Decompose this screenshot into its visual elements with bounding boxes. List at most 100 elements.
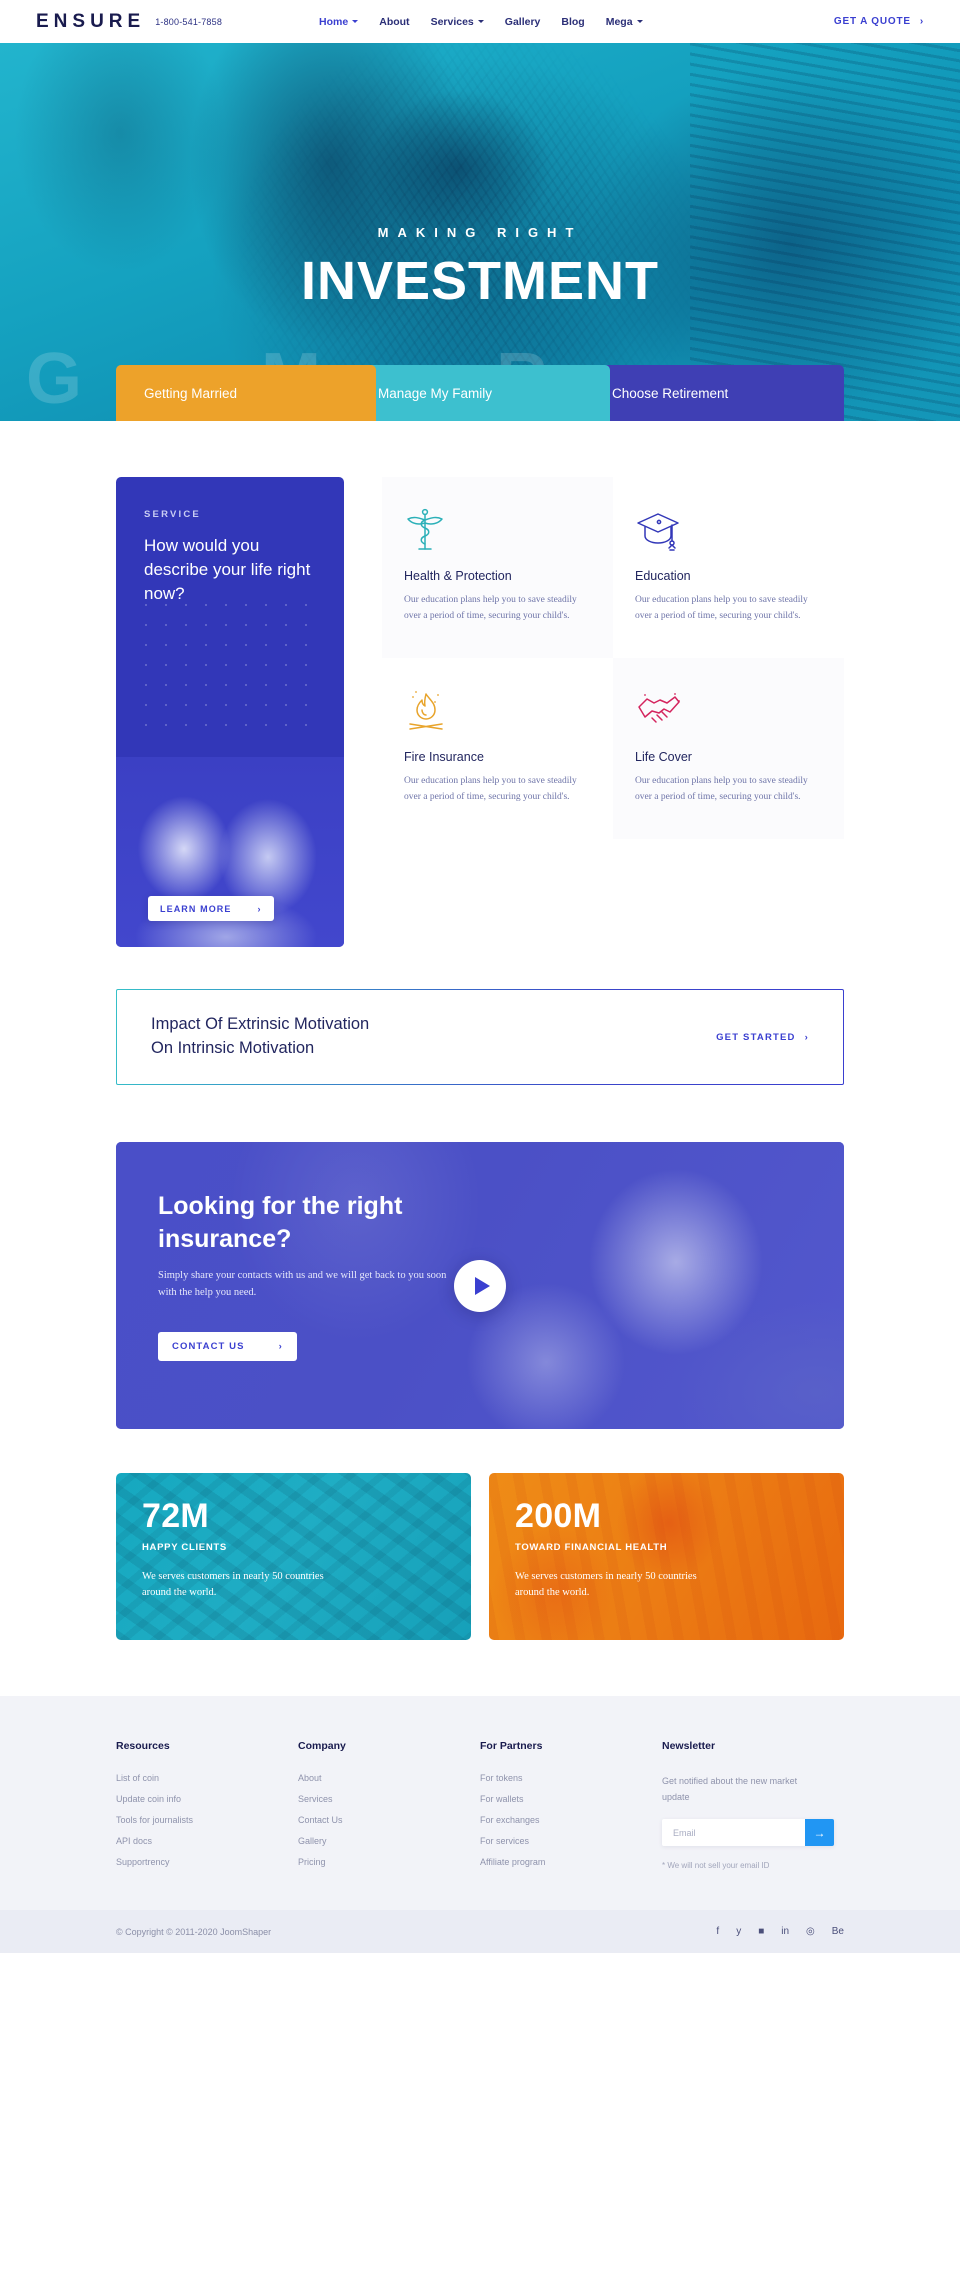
stat-label: TOWARD FINANCIAL HEALTH [515, 1542, 668, 1553]
newsletter-submit-button[interactable]: → [805, 1819, 834, 1847]
landing-page: ENSURE 1-800-541-7858 Home About Services G… [0, 0, 960, 1954]
nav-item-mega[interactable]: Mega [606, 16, 643, 28]
footer-column-heading: Company [298, 1740, 346, 1752]
stat-description: We serves customers in nearly 50 countri… [515, 1571, 697, 1599]
newsletter-heading: Newsletter [662, 1740, 716, 1752]
learn-more-label: LEARN MORE [160, 903, 232, 914]
newsletter-disclaimer: * We will not sell your email ID [662, 1861, 770, 1871]
footer-column: Resources List of coin Update coin info Too… [116, 1740, 298, 1870]
hero-tabs: Getting Married Manage My Family Choose Re… [116, 365, 844, 421]
linkedin-icon[interactable]: in [781, 1926, 789, 1937]
stat-card: 200M TOWARD FINANCIAL HEALTH We serves cus… [489, 1473, 844, 1640]
motivation-title: Impact Of Extrinsic Motivation On Intrin… [151, 1013, 369, 1061]
copyright-text: © Copyright © 2011-2020 JoomShaper [116, 1926, 272, 1937]
stat-content: 200M TOWARD FINANCIAL HEALTH We serves cus… [489, 1473, 844, 1602]
nav-item-blog[interactable]: Blog [561, 16, 584, 28]
stat-value: 72M [142, 1497, 210, 1535]
service-item-title: Life Cover [635, 750, 692, 764]
service-item[interactable]: Education Our education plans help you to… [613, 477, 844, 658]
nav-item-gallery[interactable]: Gallery [505, 16, 541, 28]
hero-tab-3[interactable]: Choose Retirement [584, 365, 844, 421]
footer-link[interactable]: List of coin [116, 1773, 298, 1783]
footer-column-heading: Resources [116, 1740, 170, 1752]
nav-item-home[interactable]: Home [319, 16, 359, 28]
copyright-bar: © Copyright © 2011-2020 JoomShaper f y ■ in… [0, 1910, 960, 1954]
footer-link[interactable]: Pricing [298, 1857, 480, 1867]
footer-link[interactable]: About [298, 1773, 480, 1783]
twitter-icon[interactable]: y [736, 1926, 741, 1937]
footer-link-columns: Resources List of coin Update coin info Too… [116, 1740, 662, 1870]
service-item[interactable]: Fire Insurance Our education plans help y… [382, 658, 613, 839]
services-section: SERVICE How would you describe your life… [0, 421, 960, 947]
stats-section: 72M HAPPY CLIENTS We serves customers in n… [0, 1429, 960, 1640]
play-button[interactable] [454, 1259, 506, 1312]
instagram-icon[interactable]: ◎ [806, 1926, 815, 1937]
footer-link[interactable]: For tokens [480, 1773, 662, 1783]
get-a-quote-label: GET A QUOTE [833, 16, 911, 27]
hero-tab-label: Choose Retirement [612, 385, 729, 401]
service-item-text: Our education plans help you to save ste… [404, 776, 577, 803]
footer-link[interactable]: Affiliate program [480, 1857, 662, 1867]
hero-tab-label: Getting Married [144, 385, 238, 401]
newsletter-note: Get notified about the new market update [662, 1776, 798, 1803]
logo[interactable]: ENSURE [36, 11, 145, 33]
nav-item-label: Gallery [504, 15, 541, 28]
youtube-icon[interactable]: ■ [758, 1926, 764, 1937]
nav-item-label: About [379, 15, 410, 28]
contact-us-button[interactable]: CONTACT US › [158, 1331, 297, 1361]
nav-item-label: Blog [561, 15, 585, 28]
chevron-down-icon [352, 20, 359, 23]
service-question: How would you describe your life right n… [144, 536, 311, 604]
chevron-right-icon: › [919, 16, 924, 27]
service-item-title: Fire Insurance [404, 750, 484, 764]
behance-icon[interactable]: Be [832, 1926, 844, 1937]
hero-content: MAKING RIGHT INVESTMENT [0, 225, 960, 308]
hero-eyebrow: MAKING RIGHT [377, 225, 583, 240]
footer-link[interactable]: For services [480, 1836, 662, 1846]
nav-item-services[interactable]: Services [431, 16, 484, 28]
site-header: ENSURE 1-800-541-7858 Home About Services G… [0, 0, 960, 43]
phone-number[interactable]: 1-800-541-7858 [155, 17, 222, 27]
footer-column-heading: For Partners [480, 1740, 543, 1752]
graduation-cap-icon [635, 499, 810, 561]
motivation-banner: Impact Of Extrinsic Motivation On Intrin… [116, 989, 844, 1085]
stat-value: 200M [515, 1497, 602, 1535]
footer-link[interactable]: For wallets [480, 1794, 662, 1804]
stat-label: HAPPY CLIENTS [142, 1542, 227, 1553]
get-started-button[interactable]: GET STARTED › [716, 1032, 809, 1043]
learn-more-button[interactable]: LEARN MORE › [148, 896, 274, 921]
chevron-down-icon [477, 20, 484, 23]
footer-column: For Partners For tokens For wallets For exc… [480, 1740, 662, 1870]
contact-us-label: CONTACT US [172, 1340, 245, 1352]
footer-column: Company About Services Contact Us Gallery Pri… [298, 1740, 480, 1870]
footer-link[interactable]: Supportrency [116, 1857, 298, 1867]
service-item[interactable]: Life Cover Our education plans help you t… [613, 658, 844, 839]
chevron-right-icon: › [804, 1031, 809, 1043]
hero-tab-1[interactable]: Getting Married [116, 365, 376, 421]
service-eyebrow: SERVICE [144, 509, 201, 520]
footer-link[interactable]: For exchanges [480, 1815, 662, 1825]
cta-text: Simply share your contacts with us and w… [158, 1270, 447, 1299]
footer-link[interactable]: Gallery [298, 1836, 480, 1846]
service-item-title: Health & Protection [404, 569, 512, 583]
service-item-text: Our education plans help you to save ste… [404, 595, 577, 622]
service-item[interactable]: Health & Protection Our education plans h… [382, 477, 613, 658]
get-a-quote-button[interactable]: GET A QUOTE › [834, 16, 924, 27]
nav-item-label: Services [430, 15, 474, 28]
facebook-icon[interactable]: f [716, 1926, 719, 1937]
email-input[interactable] [662, 1819, 805, 1847]
footer-link[interactable]: Services [298, 1794, 480, 1804]
footer-link[interactable]: Contact Us [298, 1815, 480, 1825]
handshake-icon [635, 680, 810, 742]
video-cta-section: Looking for the right insurance? Simply … [116, 1142, 844, 1429]
chevron-down-icon [636, 20, 643, 23]
footer-link[interactable]: Update coin info [116, 1794, 298, 1804]
footer-link[interactable]: Tools for journalists [116, 1815, 298, 1825]
newsletter-form: → [662, 1819, 834, 1847]
social-links: f y ■ in ◎ Be [716, 1926, 844, 1937]
footer-link[interactable]: API docs [116, 1836, 298, 1846]
play-icon [474, 1276, 490, 1295]
main-nav: Home About Services Gallery Blog Mega [319, 16, 643, 28]
hero-tab-2[interactable]: Manage My Family [350, 365, 610, 421]
nav-item-about[interactable]: About [379, 16, 409, 28]
